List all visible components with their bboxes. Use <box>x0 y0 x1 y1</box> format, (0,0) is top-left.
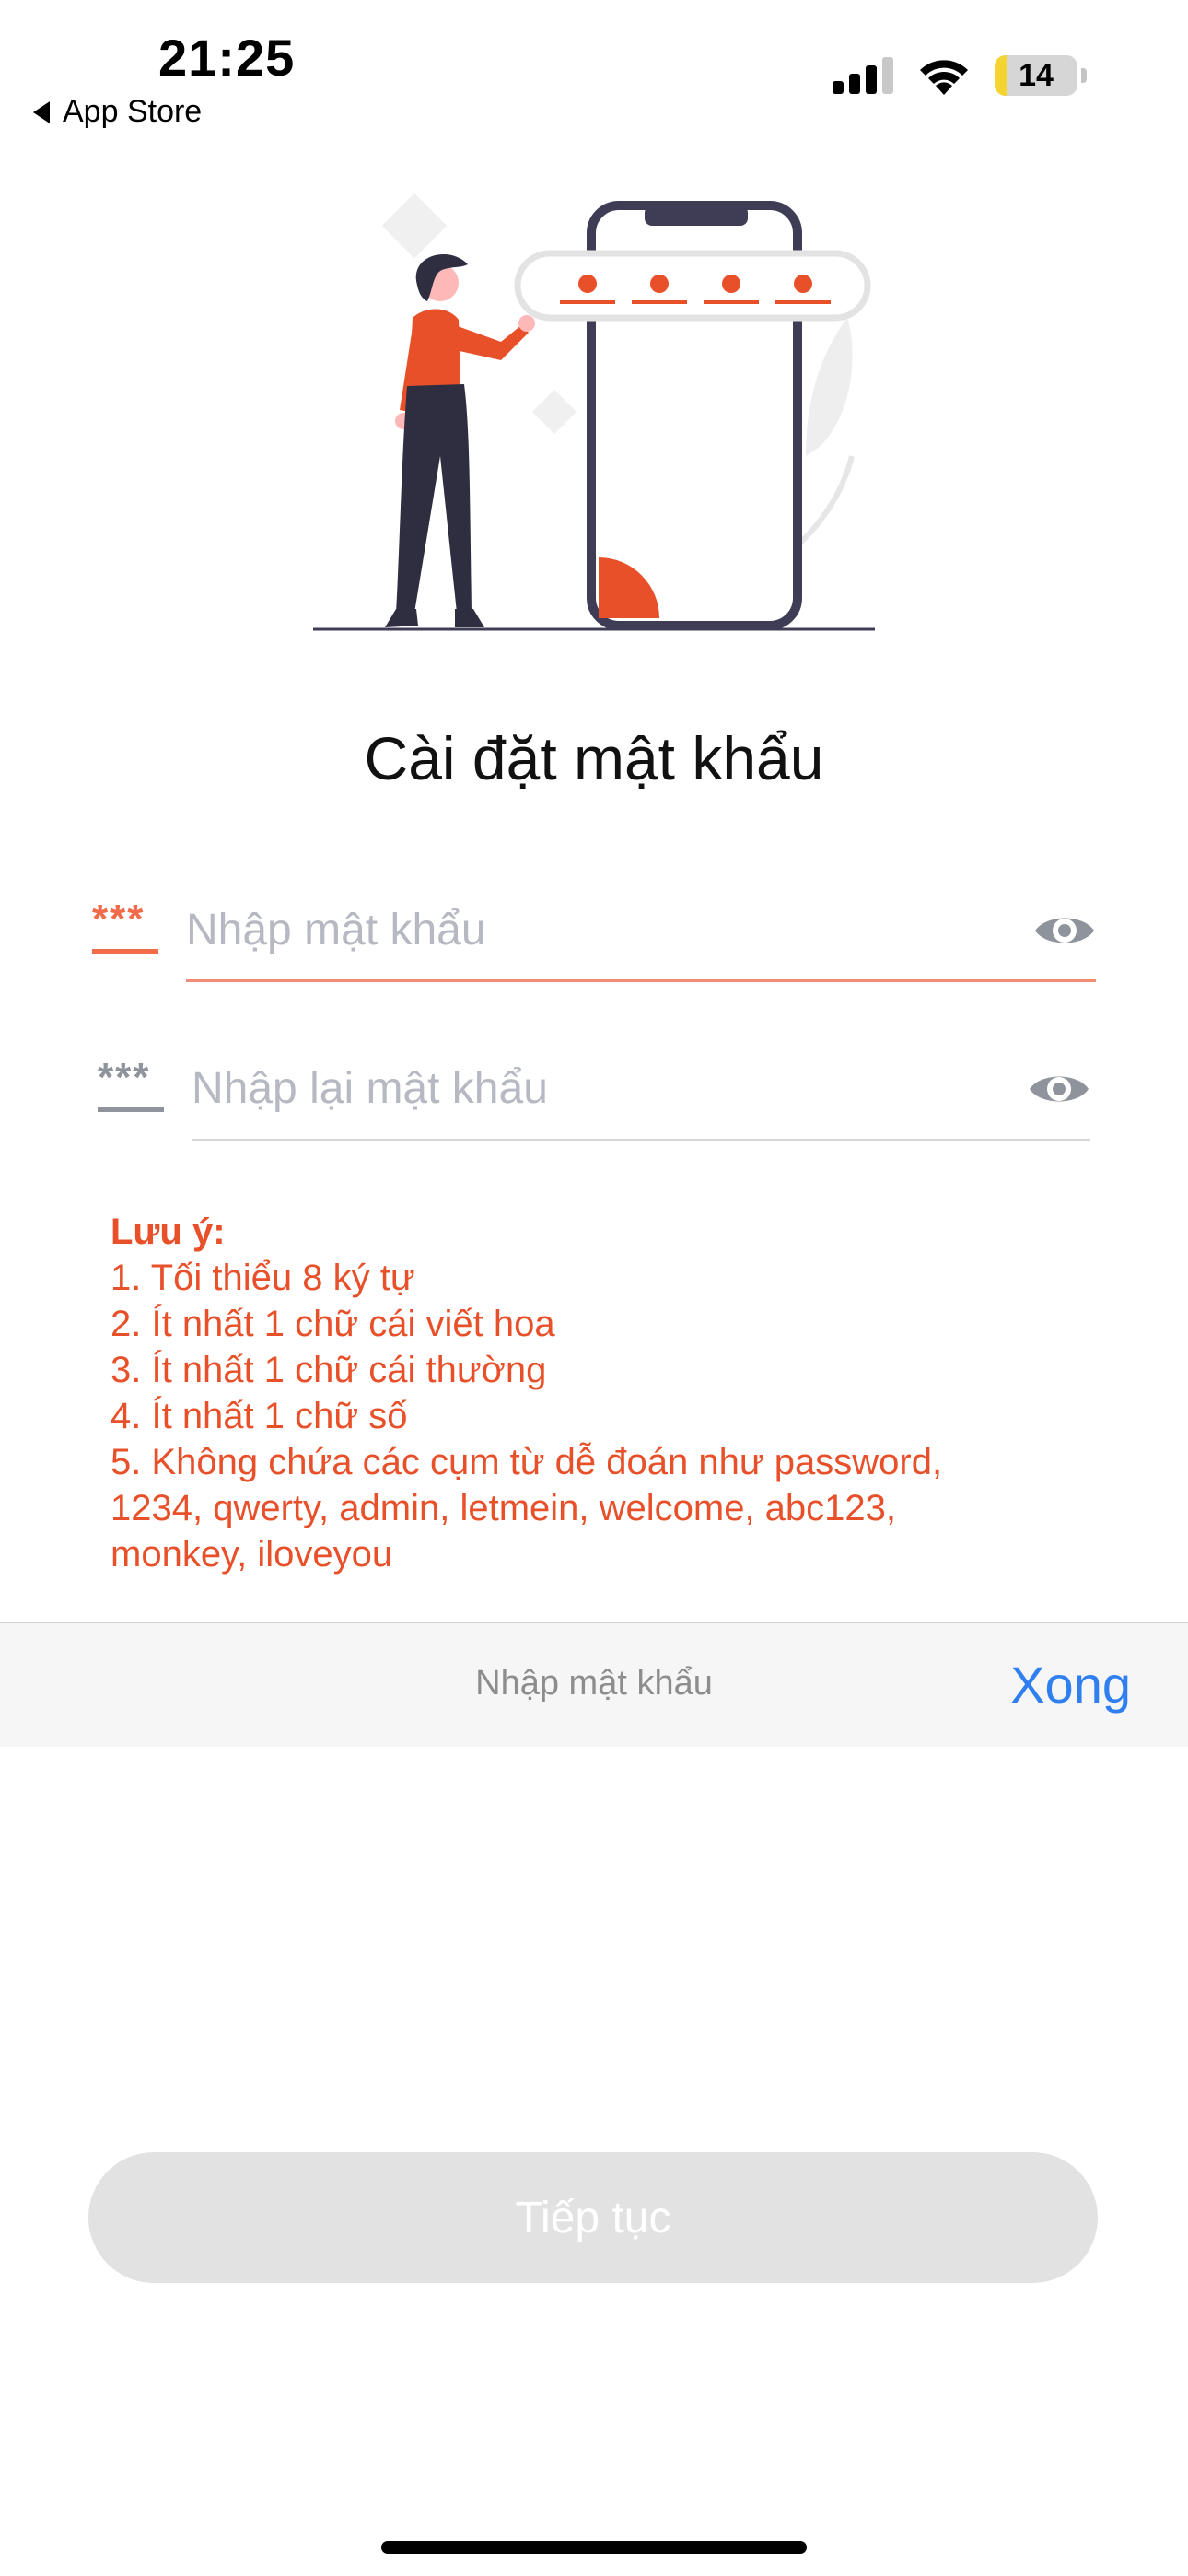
wifi-icon <box>920 60 968 95</box>
confirm-password-input[interactable] <box>192 1056 1007 1120</box>
status-time: 21:25 <box>158 29 296 87</box>
confirm-password-underline <box>192 1139 1090 1141</box>
password-illustration <box>313 193 875 631</box>
rule-item: 5. Không chứa các cụm từ dễ đoán như pas… <box>111 1442 943 1482</box>
rule-item: 1234, qwerty, admin, letmein, welcome, a… <box>111 1488 897 1528</box>
rule-item: 4. Ít nhất 1 chữ số <box>111 1396 408 1436</box>
note-heading: Lưu ý: <box>111 1212 226 1252</box>
keyboard-accessory-bar: Nhập mật khẩu Xong <box>0 1622 1188 1747</box>
home-indicator <box>381 2541 807 2554</box>
rule-item: monkey, iloveyou <box>111 1534 393 1575</box>
battery-cap <box>1081 68 1087 83</box>
eye-icon[interactable] <box>1033 908 1096 953</box>
continue-button[interactable]: Tiếp tục <box>88 2152 1098 2283</box>
done-button[interactable]: Xong <box>1010 1655 1131 1715</box>
back-to-app-store-link[interactable]: App Store <box>33 94 202 130</box>
page-title: Cài đặt mật khẩu <box>364 724 824 792</box>
confirm-password-mask-icon: *** <box>98 1058 164 1112</box>
eye-icon[interactable] <box>1028 1067 1090 1111</box>
password-rules-note: Lưu ý: 1. Tối thiểu 8 ký tự 2. Ít nhất 1… <box>111 1209 1087 1577</box>
rule-item: 1. Tối thiểu 8 ký tự <box>111 1258 415 1298</box>
back-arrow-icon <box>33 100 50 123</box>
password-underline <box>186 979 1096 982</box>
status-indicators: 14 <box>833 55 1087 96</box>
confirm-password-field: *** <box>98 1039 1090 1141</box>
rule-item: 3. Ít nhất 1 chữ cái thường <box>111 1350 547 1390</box>
rule-item: 2. Ít nhất 1 chữ cái viết hoa <box>111 1304 555 1344</box>
password-input[interactable] <box>186 897 1013 962</box>
back-link-label: App Store <box>63 94 203 129</box>
battery-indicator: 14 <box>995 55 1077 96</box>
battery-fill <box>995 55 1007 96</box>
cellular-signal-icon <box>833 57 893 94</box>
battery-level: 14 <box>1019 57 1054 93</box>
password-mask-icon: *** <box>92 899 158 954</box>
password-field: *** <box>92 881 1096 982</box>
